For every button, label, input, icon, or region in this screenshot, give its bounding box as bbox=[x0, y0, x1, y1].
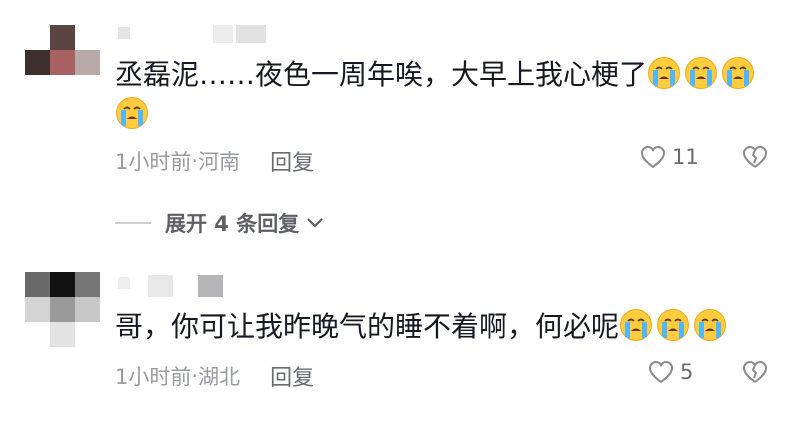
chevron-down-icon bbox=[307, 218, 324, 228]
meta-separator: · bbox=[191, 364, 199, 388]
crying-face-icon bbox=[721, 56, 755, 90]
broken-heart-icon bbox=[743, 361, 767, 383]
comment-location: 湖北 bbox=[198, 365, 241, 389]
comment-location: 河南 bbox=[198, 150, 241, 174]
reply-button[interactable]: 回复 bbox=[270, 145, 314, 177]
meta-separator: · bbox=[191, 149, 199, 173]
broken-heart-icon bbox=[743, 146, 767, 168]
comment-time: 1小时前 bbox=[115, 150, 192, 174]
crying-face-icon bbox=[684, 56, 718, 90]
comment-meta: 1小时前 · 河南 回复 bbox=[115, 145, 314, 177]
comment-text: 丞磊泥……夜色一周年唉，大早上我心梗了 bbox=[115, 55, 775, 135]
comment-time: 1小时前 bbox=[115, 365, 192, 389]
dislike-button[interactable] bbox=[742, 360, 768, 388]
avatar[interactable] bbox=[25, 25, 100, 100]
avatar[interactable] bbox=[25, 272, 100, 347]
expand-divider bbox=[115, 222, 151, 224]
emoji-group bbox=[619, 308, 730, 343]
crying-face-icon bbox=[656, 308, 690, 342]
like-button[interactable]: 11 bbox=[640, 145, 699, 169]
like-count: 11 bbox=[672, 145, 699, 169]
reply-button[interactable]: 回复 bbox=[270, 360, 314, 392]
comment-text: 哥，你可让我昨晚气的睡不着啊，何必呢 bbox=[115, 307, 775, 347]
like-button[interactable]: 5 bbox=[648, 360, 693, 384]
heart-icon bbox=[640, 145, 666, 169]
like-count: 5 bbox=[680, 360, 694, 384]
expand-replies-button[interactable]: 展开 4 条回复 bbox=[115, 208, 325, 238]
dislike-button[interactable] bbox=[742, 145, 768, 173]
heart-icon bbox=[648, 360, 674, 384]
crying-face-icon bbox=[619, 308, 653, 342]
crying-face-icon bbox=[115, 96, 149, 130]
expand-replies-label: 展开 4 条回复 bbox=[165, 212, 300, 236]
crying-face-icon bbox=[693, 308, 727, 342]
crying-face-icon bbox=[647, 56, 681, 90]
comment-meta: 1小时前 · 湖北 回复 bbox=[115, 360, 314, 392]
